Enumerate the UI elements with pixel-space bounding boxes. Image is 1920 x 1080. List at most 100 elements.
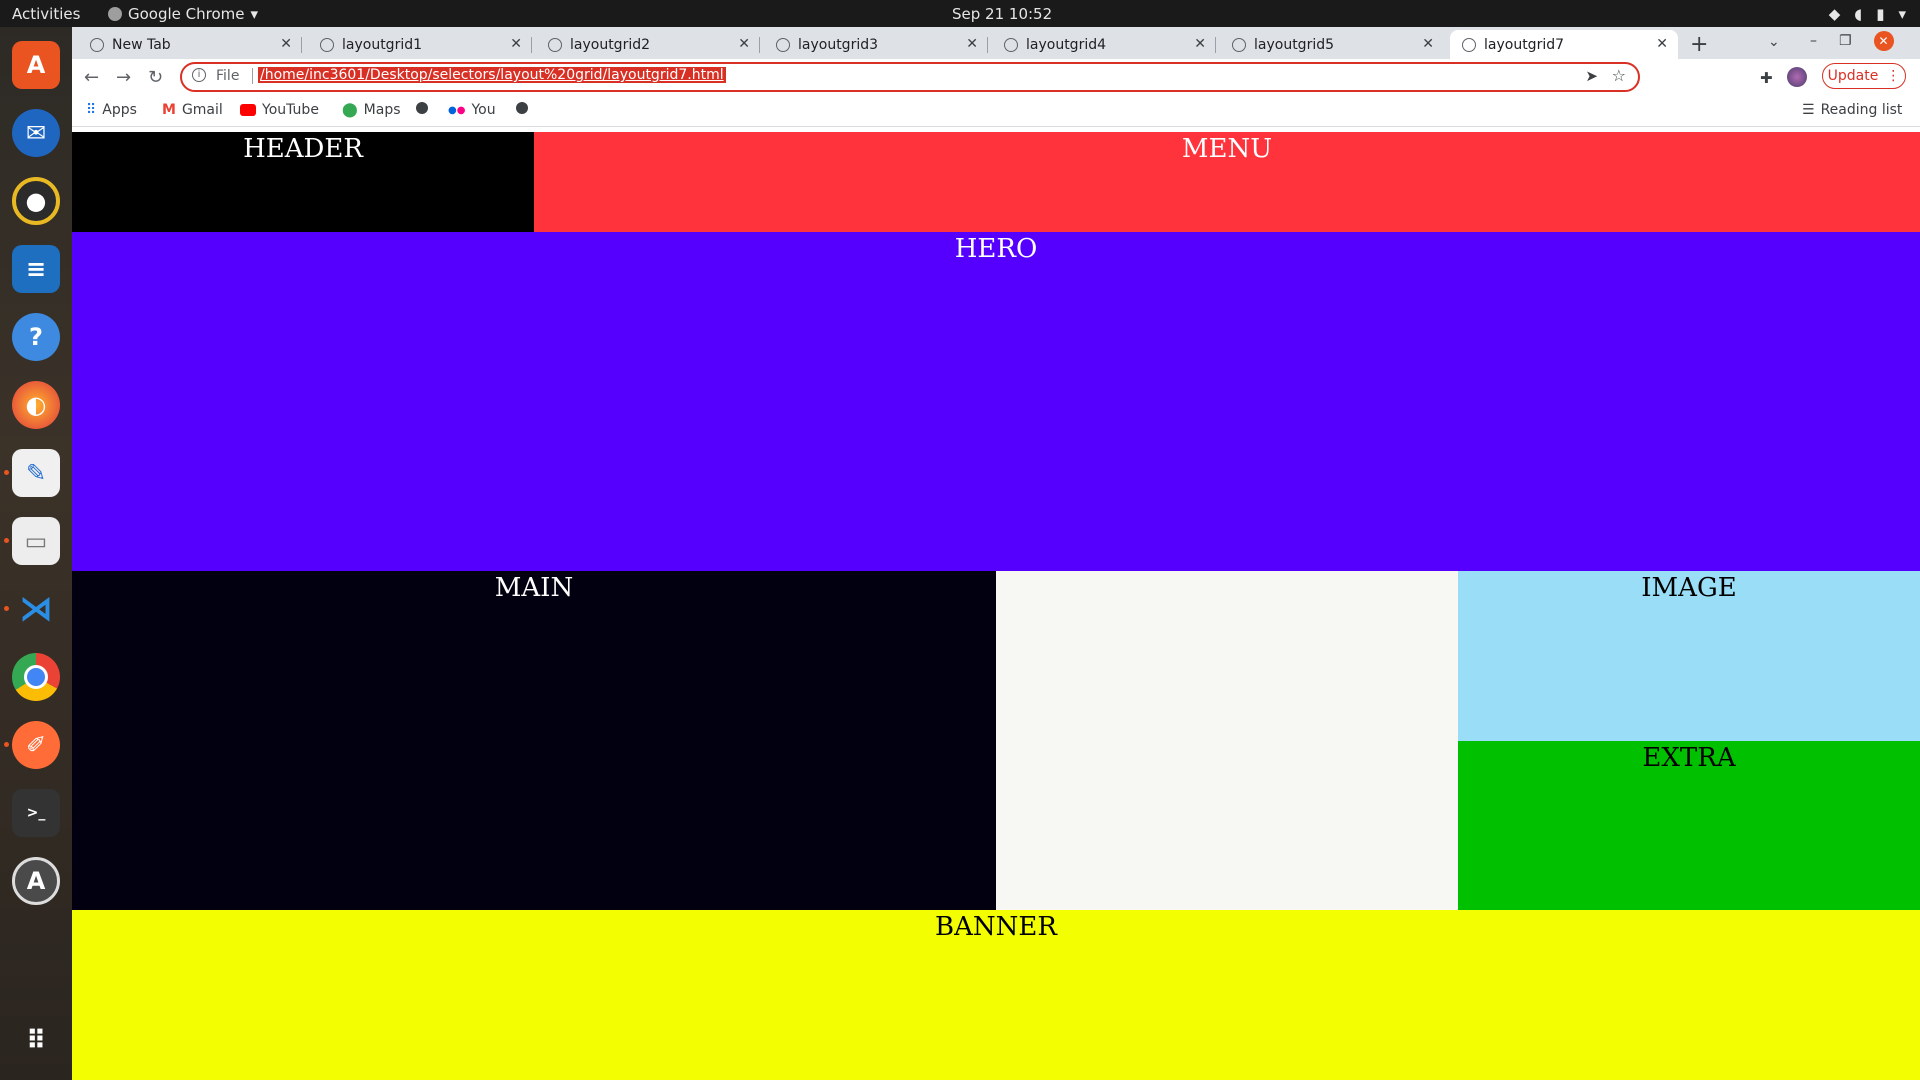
firefox-icon[interactable]: ◐ <box>12 381 60 429</box>
apps-grid-icon: ⠿ <box>86 102 97 118</box>
show-apps-icon[interactable]: ⠿ <box>12 1017 60 1065</box>
tab-label: layoutgrid7 <box>1484 36 1565 53</box>
tab-label: layoutgrid2 <box>570 36 651 53</box>
chevron-down-icon: ▾ <box>250 5 259 23</box>
tab-search-chevron-icon[interactable]: ⌄ <box>1768 34 1780 50</box>
files-icon[interactable]: ▭ <box>12 517 60 565</box>
bookmarks-bar: ⠿ Apps M Gmail YouTube ⬤ Maps ●● You ☰ R… <box>72 95 1920 127</box>
empty-middle-block <box>996 571 1458 910</box>
tab-layoutgrid3[interactable]: layoutgrid3 ✕ <box>764 30 988 59</box>
globe-icon <box>1232 37 1246 52</box>
clock[interactable]: Sep 21 10:52 <box>952 5 1052 23</box>
tab-layoutgrid2[interactable]: layoutgrid2 ✕ <box>536 30 760 59</box>
battery-icon: ▮ <box>1876 5 1885 23</box>
bookmark-youtube[interactable]: YouTube <box>240 102 319 118</box>
image-label: IMAGE <box>1641 573 1737 603</box>
address-bar[interactable]: i File /home/inc3601/Desktop/selectors/l… <box>180 62 1640 92</box>
update-button[interactable]: Update ⋮ <box>1822 63 1906 89</box>
close-icon[interactable]: ✕ <box>966 36 978 52</box>
tab-layoutgrid7[interactable]: layoutgrid7 ✕ <box>1450 30 1678 59</box>
tab-label: New Tab <box>112 36 171 53</box>
activities-button[interactable]: Activities <box>12 5 80 23</box>
send-to-devices-icon[interactable]: ➤ <box>1585 67 1598 85</box>
globe-icon <box>1004 37 1018 52</box>
app-name: Google Chrome <box>128 5 245 23</box>
close-icon[interactable]: ✕ <box>738 36 750 52</box>
header-label: HEADER <box>243 134 363 164</box>
flickr-icon: ●● <box>448 104 466 116</box>
info-icon[interactable]: i <box>192 68 206 82</box>
header-block: HEADER <box>72 132 534 232</box>
tab-label: layoutgrid3 <box>798 36 879 53</box>
chrome-icon <box>108 7 122 21</box>
system-tray[interactable]: ◆ ◖ ▮ ▾ <box>1829 5 1906 23</box>
writer-icon[interactable]: ≡ <box>12 245 60 293</box>
tab-layoutgrid1[interactable]: layoutgrid1 ✕ <box>308 30 532 59</box>
bookmark-star-icon[interactable]: ☆ <box>1612 66 1626 85</box>
image-block: IMAGE <box>1458 571 1920 741</box>
close-icon[interactable]: ✕ <box>280 36 292 52</box>
help-icon[interactable]: ? <box>12 313 60 361</box>
chrome-icon[interactable] <box>12 653 60 701</box>
ubuntu-software-icon[interactable]: A <box>12 41 60 89</box>
close-window-icon[interactable]: ✕ <box>1873 31 1894 51</box>
reload-icon[interactable]: ↻ <box>148 67 163 88</box>
tab-new-tab[interactable]: New Tab ✕ <box>78 30 302 59</box>
terminal-icon[interactable]: >_ <box>12 789 60 837</box>
bookmark-maps[interactable]: ⬤ Maps <box>342 102 401 118</box>
youtube-icon <box>240 104 256 116</box>
wifi-icon: ◆ <box>1828 5 1841 23</box>
hero-block: HERO <box>72 232 1920 571</box>
back-icon[interactable]: ← <box>84 67 99 88</box>
close-icon[interactable]: ✕ <box>1194 36 1206 52</box>
rhythmbox-icon[interactable]: ● <box>12 177 60 225</box>
running-indicator <box>4 606 9 611</box>
globe-icon <box>1462 37 1476 52</box>
running-indicator <box>4 538 9 543</box>
minimize-icon[interactable]: – <box>1810 33 1817 49</box>
extra-block: EXTRA <box>1458 741 1920 910</box>
menu-block: MENU <box>534 132 1920 232</box>
profile-avatar[interactable] <box>1787 67 1807 87</box>
tab-layoutgrid4[interactable]: layoutgrid4 ✕ <box>992 30 1216 59</box>
thunderbird-icon[interactable]: ✉ <box>12 109 60 157</box>
url-text[interactable]: /home/inc3601/Desktop/selectors/layout%2… <box>258 67 726 83</box>
reading-list-icon: ☰ <box>1802 102 1815 118</box>
software-updater-icon[interactable]: A <box>12 857 60 905</box>
globe-icon <box>516 102 528 114</box>
globe-icon <box>416 102 428 114</box>
bookmark-you[interactable]: ●● You <box>448 102 496 118</box>
maps-pin-icon: ⬤ <box>342 102 358 118</box>
app-menu[interactable]: Google Chrome ▾ <box>108 5 258 23</box>
maximize-icon[interactable]: ❐ <box>1839 33 1852 49</box>
tab-layoutgrid5[interactable]: layoutgrid5 ✕ <box>1220 30 1444 59</box>
running-indicator <box>4 470 9 475</box>
globe-icon <box>320 37 334 52</box>
bookmark-apps[interactable]: ⠿ Apps <box>86 102 137 118</box>
banner-label: BANNER <box>935 912 1057 942</box>
tab-strip: New Tab ✕ layoutgrid1 ✕ layoutgrid2 ✕ la… <box>72 27 1920 59</box>
gmail-icon: M <box>162 102 176 118</box>
reading-list-button[interactable]: ☰ Reading list <box>1802 102 1902 118</box>
dock: A ✉ ● ≡ ? ◐ ✎ ▭ ⋊ ✐ >_ A ⠿ <box>0 27 72 1080</box>
forward-icon[interactable]: → <box>116 67 131 88</box>
close-icon[interactable]: ✕ <box>510 36 522 52</box>
scheme-label: File <box>216 68 240 84</box>
extensions-puzzle-icon[interactable]: ✚ <box>1760 69 1773 87</box>
text-editor-icon[interactable]: ✎ <box>12 449 60 497</box>
globe-icon <box>776 37 790 52</box>
main-label: MAIN <box>494 573 574 603</box>
close-icon[interactable]: ✕ <box>1656 36 1668 52</box>
bookmark-globe[interactable] <box>416 102 428 114</box>
chrome-window: New Tab ✕ layoutgrid1 ✕ layoutgrid2 ✕ la… <box>72 27 1920 1080</box>
extra-label: EXTRA <box>1642 743 1736 773</box>
chevron-down-icon: ▾ <box>1898 5 1906 23</box>
page-content: HEADER MENU HERO MAIN IMAGE EXTRA BANNER <box>72 132 1920 1080</box>
close-icon[interactable]: ✕ <box>1422 36 1434 52</box>
new-tab-button[interactable]: + <box>1690 32 1708 57</box>
vscode-icon[interactable]: ⋊ <box>12 585 60 633</box>
tab-label: layoutgrid4 <box>1026 36 1107 53</box>
bookmark-gmail[interactable]: M Gmail <box>162 102 223 118</box>
bookmark-globe-2[interactable] <box>516 102 528 114</box>
postman-icon[interactable]: ✐ <box>12 721 60 769</box>
